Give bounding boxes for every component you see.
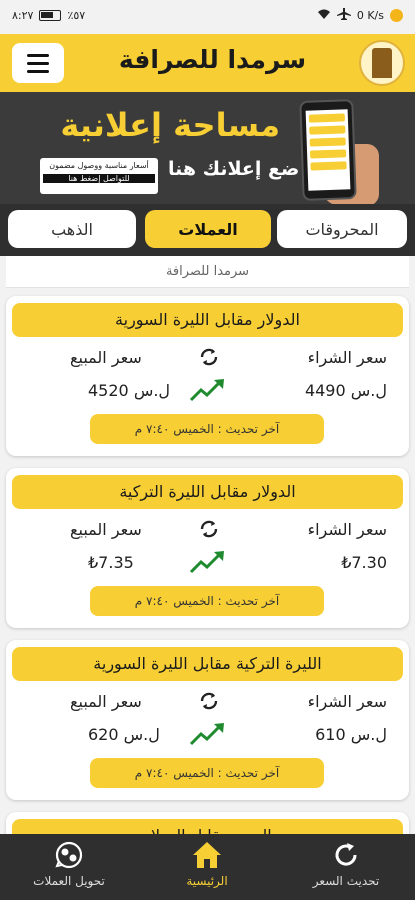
- status-time: ٨:٢٧: [12, 9, 34, 22]
- buy-label: سعر الشراء: [307, 692, 387, 711]
- tab-fuel[interactable]: المحروقات: [277, 210, 407, 248]
- refresh-icon: [335, 843, 357, 866]
- rate-card[interactable]: الدولار مقابل الليرة السورية سعر الشراء …: [6, 296, 409, 456]
- tabs-bar: المحروقات العملات الذهب: [0, 204, 415, 256]
- menu-icon-line: [27, 69, 49, 73]
- battery-icon: [39, 10, 62, 21]
- trend-up-icon: [188, 376, 228, 404]
- card-title: الدولار مقابل الليرة السورية: [12, 303, 403, 337]
- nav-home[interactable]: الرئيسية: [138, 840, 276, 888]
- phone-image: [299, 99, 357, 201]
- nav-home-label: الرئيسية: [186, 874, 228, 888]
- tab-gold[interactable]: الذهب: [8, 210, 136, 248]
- nav-convert[interactable]: تحويل العملات: [0, 840, 138, 888]
- bottom-nav: تحويل العملات الرئيسية تحديث السعر: [0, 834, 415, 900]
- rate-card[interactable]: الليرة التركية مقابل الليرة السورية سعر …: [6, 640, 409, 800]
- main-content[interactable]: سرمدا للصرافة الدولار مقابل الليرة السور…: [0, 256, 415, 834]
- app-bar: سرمدا للصرافة: [0, 34, 415, 92]
- nav-convert-label: تحويل العملات: [33, 874, 105, 888]
- updated-timestamp: آخر تحديث : الخميس ٧:٤٠ م: [90, 586, 324, 616]
- buy-value: ₺7.30: [341, 553, 387, 572]
- menu-icon-line: [27, 61, 49, 65]
- buy-value: 4490 ل.س: [304, 381, 387, 400]
- sell-value: 4520 ل.س: [88, 381, 171, 400]
- exchange-icon: [198, 690, 220, 712]
- notification-icon: [390, 9, 403, 22]
- ad-banner[interactable]: مساحة إعلانية أسعار مناسبة ووصول مضمون ل…: [0, 92, 415, 204]
- ad-small-box[interactable]: أسعار مناسبة ووصول مضمون للتواصل إضغط هن…: [40, 158, 158, 194]
- exchange-icon: [198, 346, 220, 368]
- nav-refresh[interactable]: تحديث السعر: [277, 840, 415, 888]
- section-subheader: سرمدا للصرافة: [6, 256, 409, 288]
- currency-convert-icon: [55, 841, 83, 869]
- wifi-icon: [317, 8, 331, 23]
- tab-currencies[interactable]: العملات: [145, 210, 271, 248]
- buy-label: سعر الشراء: [307, 348, 387, 367]
- menu-button[interactable]: [12, 43, 64, 83]
- trend-up-icon: [188, 548, 228, 576]
- rate-card[interactable]: اليورو مقابل الدولار: [6, 812, 409, 834]
- exchange-icon: [198, 518, 220, 540]
- sell-label: سعر المبيع: [70, 520, 142, 539]
- logo: [359, 40, 405, 86]
- sell-value: 620 ل.س: [88, 725, 160, 744]
- battery-level: ٪٥٧: [67, 9, 86, 22]
- home-icon: [193, 842, 221, 868]
- menu-icon-line: [27, 53, 49, 57]
- ad-small-line1: أسعار مناسبة ووصول مضمون: [49, 161, 149, 170]
- ad-small-line2: للتواصل إضغط هنا: [43, 173, 155, 184]
- network-speed: 0 K/s: [356, 9, 384, 22]
- updated-timestamp: آخر تحديث : الخميس ٧:٤٠ م: [90, 414, 324, 444]
- sell-value: ₺7.35: [88, 553, 134, 572]
- airplane-icon: [336, 8, 351, 23]
- ad-cta: ضع إعلانك هنا: [168, 158, 300, 180]
- sell-label: سعر المبيع: [70, 692, 142, 711]
- updated-timestamp: آخر تحديث : الخميس ٧:٤٠ م: [90, 758, 324, 788]
- card-title: الليرة التركية مقابل الليرة السورية: [12, 647, 403, 681]
- app-title: سرمدا للصرافة: [118, 45, 307, 74]
- rate-card[interactable]: الدولار مقابل الليرة التركية سعر الشراء …: [6, 468, 409, 628]
- buy-label: سعر الشراء: [307, 520, 387, 539]
- nav-refresh-label: تحديث السعر: [312, 874, 380, 888]
- ad-headline: مساحة إعلانية: [60, 106, 280, 144]
- status-bar: ٨:٢٧ ٪٥٧ 0 K/s: [0, 0, 415, 34]
- trend-up-icon: [188, 720, 228, 748]
- card-title: اليورو مقابل الدولار: [12, 819, 403, 834]
- buy-value: 610 ل.س: [315, 725, 387, 744]
- card-title: الدولار مقابل الليرة التركية: [12, 475, 403, 509]
- sell-label: سعر المبيع: [70, 348, 142, 367]
